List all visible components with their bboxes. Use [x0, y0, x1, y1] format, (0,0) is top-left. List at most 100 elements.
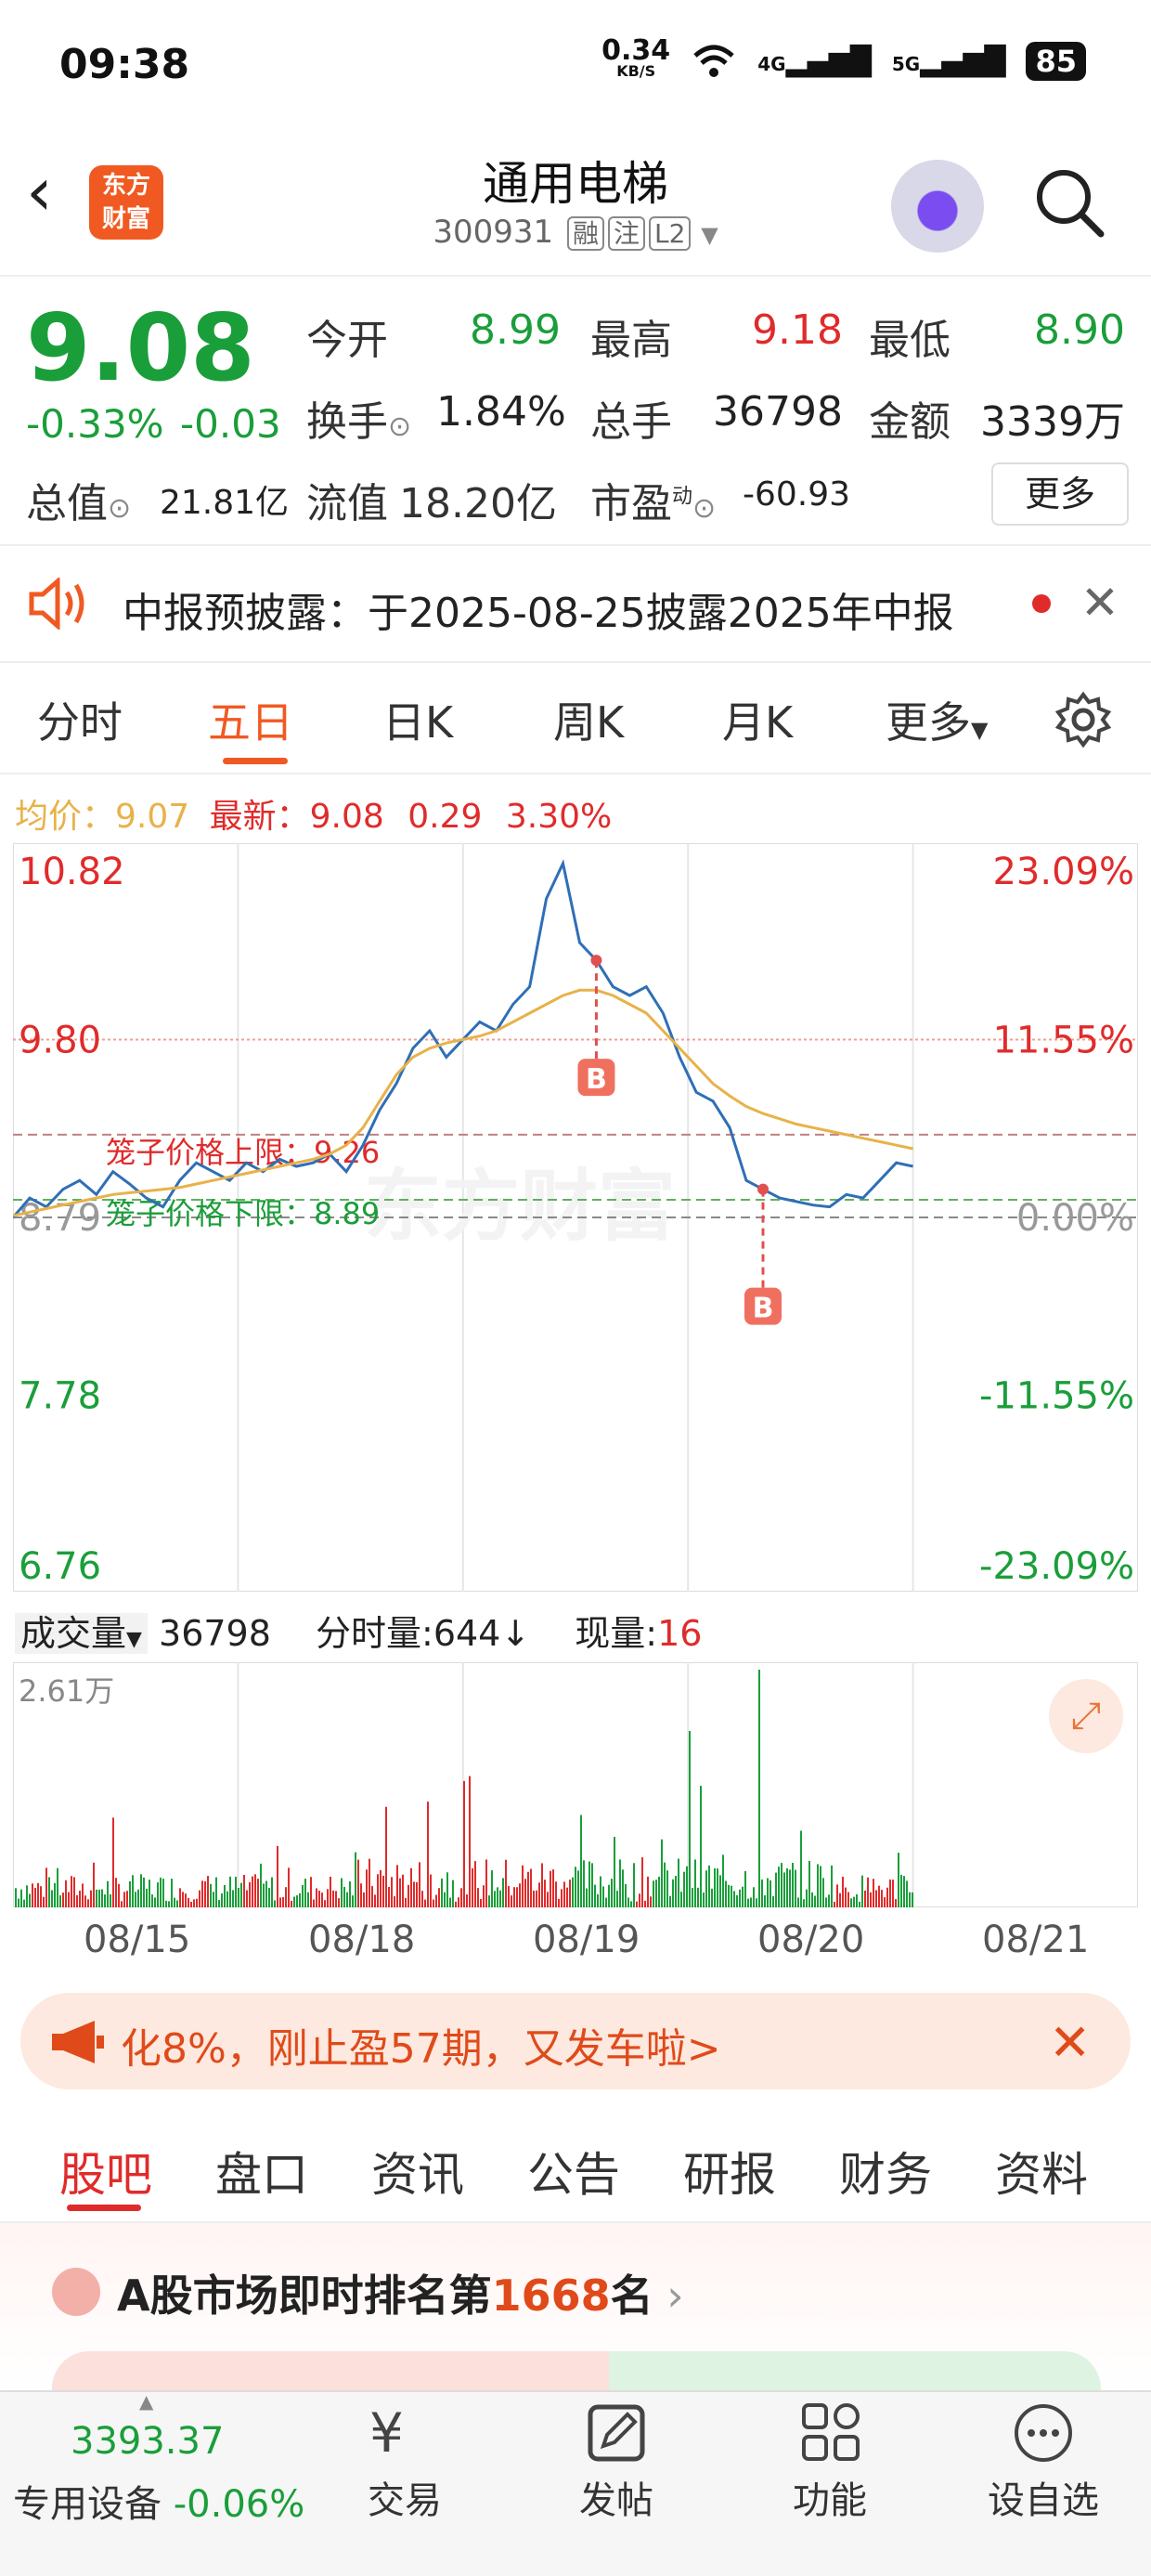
- gear-icon[interactable]: [1054, 691, 1112, 748]
- expand-icon[interactable]: ⤢: [1049, 1679, 1123, 1753]
- volume-bar: [96, 1889, 97, 1907]
- volume-bar: [630, 1901, 632, 1907]
- tab-announcements[interactable]: 公告: [527, 2138, 620, 2205]
- info-icon[interactable]: ⊙: [108, 492, 131, 525]
- volume-bar: [65, 1880, 67, 1907]
- pe-value: -60.93: [743, 475, 851, 514]
- volume-bar: [822, 1878, 824, 1907]
- volume-bar: [786, 1867, 788, 1907]
- volume-bar: [898, 1853, 899, 1907]
- tab-research[interactable]: 研报: [683, 2138, 776, 2205]
- battery-icon: 85: [1026, 42, 1086, 81]
- volume-bar: [218, 1899, 220, 1907]
- more-dots-icon[interactable]: [1012, 2401, 1075, 2465]
- volume-bar: [680, 1892, 682, 1907]
- volume-bar: [394, 1896, 395, 1907]
- volume-bar: [204, 1880, 206, 1907]
- volume-bar: [669, 1895, 671, 1907]
- tab-weekly-k[interactable]: 周K: [553, 689, 624, 750]
- volume-bar: [692, 1888, 693, 1907]
- volume-bar: [703, 1892, 705, 1907]
- volume-bar: [388, 1886, 390, 1907]
- close-icon[interactable]: ✕: [1080, 576, 1119, 630]
- tab-monthly-k[interactable]: 月K: [722, 689, 793, 750]
- volume-bar: [316, 1888, 317, 1907]
- tab-finance[interactable]: 财务: [839, 2138, 932, 2205]
- close-banner-icon[interactable]: ✕: [1049, 2013, 1091, 2072]
- buy-marker-label: B: [586, 1063, 607, 1096]
- volume-label: 总手: [590, 398, 672, 446]
- info-icon[interactable]: ⊙: [388, 410, 411, 443]
- tab-more[interactable]: 更多▼: [886, 689, 988, 750]
- volume-bar: [561, 1889, 563, 1907]
- tab-forum[interactable]: 股吧: [59, 2138, 152, 2205]
- current-price: 9.08: [26, 293, 255, 402]
- volume-bar: [622, 1869, 624, 1907]
- trade-icon[interactable]: ¥: [369, 2401, 404, 2465]
- volume-bar: [497, 1887, 498, 1907]
- info-icon[interactable]: ⊙: [692, 492, 716, 525]
- buy-marker-label: B: [753, 1293, 774, 1325]
- volume-bar: [566, 1887, 568, 1907]
- volume-bar: [123, 1892, 125, 1907]
- volume-bar: [511, 1895, 512, 1907]
- volume-bar: [355, 1852, 356, 1907]
- volume-bar: [257, 1879, 259, 1907]
- y-tick-pct-label: 0.00%: [1016, 1197, 1134, 1240]
- search-icon[interactable]: [1032, 165, 1106, 240]
- apps-icon[interactable]: [800, 2401, 861, 2463]
- volume-value: 36798: [713, 388, 843, 436]
- price-chart[interactable]: 东方财富 10.82 23.09% 9.80 11.55% 8.79 0.00% 7.78 -1…: [13, 843, 1138, 1592]
- date-label: 08/19: [533, 1919, 640, 1961]
- tab-daily-k[interactable]: 日K: [382, 689, 453, 750]
- volume-bar: [396, 1865, 398, 1907]
- volume-bar: [912, 1892, 913, 1907]
- volume-bar: [385, 1806, 387, 1907]
- nav-add-watchlist[interactable]: 设自选: [960, 2470, 1127, 2524]
- post-icon[interactable]: [585, 2401, 648, 2465]
- volume-bar: [307, 1892, 309, 1907]
- caret-down-icon: ▼: [126, 1628, 142, 1651]
- volume-bar: [149, 1880, 150, 1907]
- volume-bar: [864, 1890, 866, 1907]
- volume-bar: [758, 1670, 760, 1907]
- volume-dropdown[interactable]: 成交量▼: [15, 1613, 148, 1654]
- index-value[interactable]: 3393.37: [71, 2420, 224, 2463]
- volume-bar: [154, 1897, 156, 1907]
- volume-chart[interactable]: [13, 1662, 1138, 1907]
- volume-bar: [580, 1815, 582, 1907]
- pe-label: 市盈动⊙: [590, 470, 716, 529]
- tab-orderbook[interactable]: 盘口: [215, 2138, 308, 2205]
- volume-bar: [215, 1877, 217, 1907]
- more-button[interactable]: 更多: [991, 462, 1129, 526]
- volume-bar: [547, 1892, 549, 1907]
- volume-bar: [653, 1880, 654, 1907]
- volume-bar: [185, 1893, 187, 1907]
- nav-functions[interactable]: 功能: [746, 2470, 913, 2524]
- robot-avatar-icon[interactable]: [891, 160, 984, 253]
- volume-bar: [76, 1894, 78, 1907]
- avg-label: 均价：: [15, 798, 116, 836]
- tab-profile[interactable]: 资料: [995, 2138, 1088, 2205]
- volume-bar: [697, 1887, 699, 1907]
- volume-bar: [781, 1863, 782, 1907]
- volume-bar: [474, 1861, 476, 1907]
- volume-bar: [84, 1895, 86, 1907]
- rank-text[interactable]: A股市场即时排名第1668名 ›: [117, 2262, 684, 2323]
- chevron-down-icon: ▼: [701, 222, 718, 248]
- volume-bar: [658, 1876, 660, 1907]
- nav-post[interactable]: 发帖: [533, 2470, 700, 2524]
- nav-trade[interactable]: 交易: [321, 2470, 488, 2524]
- volume-bar: [588, 1861, 590, 1907]
- index-row[interactable]: 专用设备 -0.06%: [13, 2474, 304, 2528]
- net2-label: 5G: [891, 52, 921, 75]
- y-tick-pct-label: -11.55%: [979, 1375, 1134, 1418]
- tab-news[interactable]: 资讯: [371, 2138, 464, 2205]
- tab-five-day[interactable]: 五日: [208, 689, 293, 750]
- volume-bar: [118, 1883, 120, 1907]
- volume-bar: [201, 1880, 203, 1907]
- volume-bar: [171, 1879, 173, 1907]
- volume-bar: [151, 1894, 153, 1907]
- tab-intraday[interactable]: 分时: [37, 689, 123, 750]
- y-tick-label: 6.76: [19, 1545, 101, 1588]
